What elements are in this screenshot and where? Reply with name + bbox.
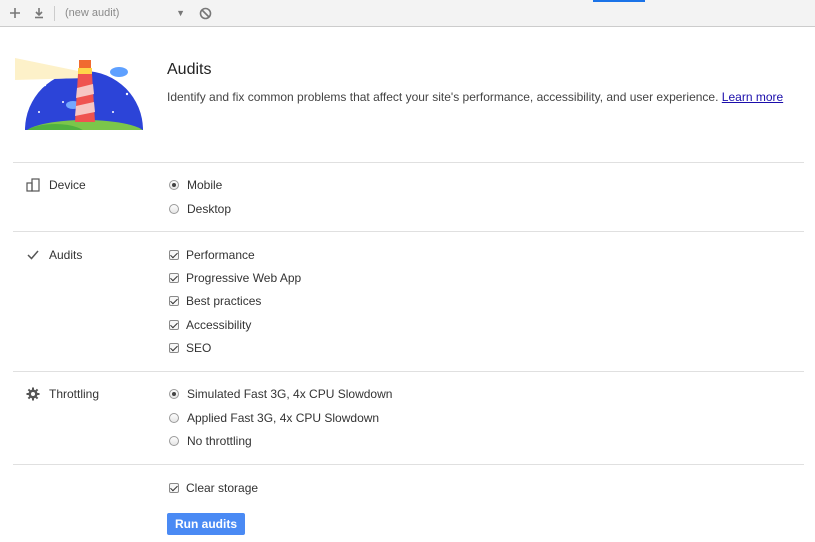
radio-simulated[interactable] (169, 389, 179, 399)
section-divider (13, 371, 804, 372)
checkbox-seo[interactable] (169, 343, 179, 353)
radio-applied[interactable] (169, 413, 179, 423)
audit-select-value: (new audit) (65, 7, 120, 19)
checkbox-performance[interactable] (169, 250, 179, 260)
option-label: SEO (186, 341, 212, 355)
description-text: Identify and fix common problems that af… (167, 90, 719, 104)
radio-desktop[interactable] (169, 204, 179, 214)
checkbox-accessibility[interactable] (169, 320, 179, 330)
block-icon[interactable] (198, 6, 212, 20)
option-label: No throttling (187, 434, 252, 448)
throttling-option-simulated[interactable]: Simulated Fast 3G, 4x CPU Slowdown (169, 385, 392, 403)
option-label: Applied Fast 3G, 4x CPU Slowdown (187, 411, 380, 425)
audit-option-accessibility[interactable]: Accessibility (169, 316, 251, 334)
option-label: Progressive Web App (186, 271, 302, 285)
checkbox-pwa[interactable] (169, 273, 179, 283)
section-divider (13, 464, 804, 465)
run-audits-button[interactable]: Run audits (167, 513, 245, 535)
active-tab-indicator (593, 0, 645, 2)
page-title: Audits (167, 61, 212, 78)
checkbox-best-practices[interactable] (169, 296, 179, 306)
option-label: Simulated Fast 3G, 4x CPU Slowdown (187, 387, 393, 401)
download-icon[interactable] (32, 6, 46, 20)
radio-no-throttling[interactable] (169, 436, 179, 446)
option-label: Performance (186, 248, 255, 262)
clear-storage-option[interactable]: Clear storage (169, 479, 258, 497)
audit-option-seo[interactable]: SEO (169, 339, 211, 357)
audits-label: Audits (49, 248, 83, 262)
throttling-section-label: Throttling (25, 385, 99, 403)
audit-select[interactable]: (new audit) ▼ (59, 4, 189, 23)
plus-icon[interactable] (8, 6, 22, 20)
audits-toolbar: (new audit) ▼ (0, 0, 815, 27)
toolbar-divider (54, 6, 55, 21)
throttling-option-applied[interactable]: Applied Fast 3G, 4x CPU Slowdown (169, 409, 379, 427)
option-label: Mobile (187, 178, 223, 192)
option-label: Clear storage (186, 481, 259, 495)
section-divider (13, 162, 804, 163)
chevron-down-icon: ▼ (176, 8, 185, 18)
learn-more-link[interactable]: Learn more (722, 90, 783, 104)
option-label: Desktop (187, 202, 232, 216)
option-label: Accessibility (186, 318, 252, 332)
gear-icon (25, 386, 41, 402)
section-divider (13, 231, 804, 232)
device-section-label: Device (25, 176, 86, 194)
page-description: Identify and fix common problems that af… (167, 90, 783, 104)
checkbox-clear-storage[interactable] (169, 483, 179, 493)
throttling-label: Throttling (49, 387, 100, 401)
device-option-desktop[interactable]: Desktop (169, 200, 231, 218)
checkmark-icon (25, 247, 41, 263)
radio-mobile[interactable] (169, 180, 179, 190)
audit-option-best-practices[interactable]: Best practices (169, 292, 261, 310)
device-icon (25, 177, 41, 193)
device-label: Device (49, 178, 86, 192)
option-label: Best practices (186, 294, 262, 308)
audits-section-label: Audits (25, 246, 82, 264)
lighthouse-logo (15, 50, 145, 132)
throttling-option-none[interactable]: No throttling (169, 432, 252, 450)
audit-option-pwa[interactable]: Progressive Web App (169, 269, 301, 287)
audit-option-performance[interactable]: Performance (169, 246, 255, 264)
device-option-mobile[interactable]: Mobile (169, 176, 222, 194)
